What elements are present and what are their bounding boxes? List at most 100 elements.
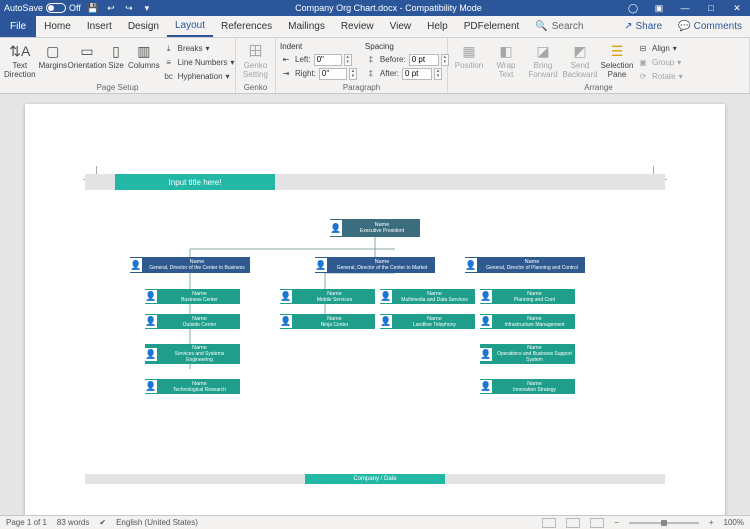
org-node[interactable]: 👤NameBusiness Center	[145, 289, 240, 304]
spinner-icon[interactable]: ▴▾	[434, 68, 442, 80]
tab-view[interactable]: View	[382, 16, 420, 37]
page[interactable]: Input title here! 👤 Na	[25, 104, 725, 515]
zoom-out-icon[interactable]: −	[614, 518, 619, 527]
org-director[interactable]: 👤NameGeneral, Director of Planning and C…	[465, 257, 585, 273]
group-paragraph: Indent ⇤Left:▴▾ ⇥Right:▴▾ Spacing ‡Befor…	[276, 38, 448, 93]
page-indicator[interactable]: Page 1 of 1	[6, 518, 47, 527]
position-button[interactable]: ▦Position	[452, 40, 486, 70]
text-direction-button[interactable]: ⇅AText Direction	[4, 40, 36, 79]
space-after-value[interactable]	[402, 68, 432, 80]
document-canvas[interactable]: Input title here! 👤 Na	[0, 94, 750, 515]
tab-insert[interactable]: Insert	[79, 16, 120, 37]
indent-right-value[interactable]	[319, 68, 347, 80]
indent-left-value[interactable]	[314, 54, 342, 66]
size-button[interactable]: ▯Size	[107, 40, 125, 70]
tell-me-search[interactable]: 🔍 Search	[535, 16, 583, 37]
web-layout-icon[interactable]	[590, 518, 604, 528]
org-node[interactable]: 👤NameMobile Services	[280, 289, 375, 304]
footer-band[interactable]: Company / Date	[85, 474, 665, 484]
org-node[interactable]: 👤NameInfrastructure Management	[480, 314, 575, 329]
org-node[interactable]: 👤NamePlanning and Cont	[480, 289, 575, 304]
close-icon[interactable]: ✕	[728, 3, 746, 14]
org-node[interactable]: 👤NameServices and Systems Engineering	[145, 344, 240, 364]
tab-pdfelement[interactable]: PDFelement	[456, 16, 528, 37]
ribbon-options-icon[interactable]: ▣	[650, 3, 668, 14]
tab-file[interactable]: File	[0, 16, 36, 37]
print-layout-icon[interactable]	[566, 518, 580, 528]
margins-button[interactable]: ▢Margins	[39, 40, 67, 70]
org-director[interactable]: 👤NameGeneral, Director of the Center to …	[315, 257, 435, 273]
genko-button[interactable]: 田Genko Setting	[240, 40, 271, 79]
tab-design[interactable]: Design	[120, 16, 167, 37]
tab-review[interactable]: Review	[333, 16, 382, 37]
selection-pane-button[interactable]: ☰Selection Pane	[600, 40, 634, 79]
read-mode-icon[interactable]	[542, 518, 556, 528]
hyphenation-button[interactable]: bcHyphenation ▾	[163, 70, 235, 83]
chevron-down-icon: ▾	[206, 44, 210, 53]
space-before-value[interactable]	[409, 54, 439, 66]
align-icon: ⊟	[637, 44, 649, 53]
send-backward-label: Send Backward	[562, 61, 597, 79]
autosave-toggle[interactable]: AutoSave Off	[4, 3, 81, 13]
orientation-label: Orientation	[67, 61, 106, 70]
save-icon[interactable]: 💾	[87, 2, 99, 14]
space-after-input[interactable]: ▴▾	[402, 68, 442, 80]
org-node[interactable]: 👤NameInnovation Strategy	[480, 379, 575, 394]
title-band[interactable]: Input title here!	[85, 174, 665, 190]
org-director[interactable]: 👤NameGeneral, Director of the Center to …	[130, 257, 250, 273]
customize-qat-icon[interactable]: ▾	[141, 2, 153, 14]
word-count[interactable]: 83 words	[57, 518, 89, 527]
orientation-button[interactable]: ▭Orientation	[70, 40, 104, 70]
redo-icon[interactable]: ↪	[123, 2, 135, 14]
tab-home[interactable]: Home	[36, 16, 79, 37]
send-backward-button[interactable]: ◩Send Backward	[563, 40, 597, 79]
avatar-icon: 👤	[480, 315, 492, 328]
tab-mailings[interactable]: Mailings	[280, 16, 333, 37]
selection-pane-label: Selection Pane	[601, 61, 634, 79]
org-root[interactable]: 👤 NameExecutive President	[330, 219, 420, 237]
org-node[interactable]: 👤NameLandline Telephony	[380, 314, 475, 329]
tab-help[interactable]: Help	[419, 16, 456, 37]
org-chart[interactable]: 👤 NameExecutive President 👤NameGeneral, …	[95, 219, 655, 459]
tab-references[interactable]: References	[213, 16, 280, 37]
group-genko: 田Genko Setting Genko	[236, 38, 276, 93]
footer-text[interactable]: Company / Date	[305, 474, 445, 484]
proofing-icon[interactable]: ✔	[99, 518, 106, 527]
share-icon: ↗	[624, 21, 632, 32]
spinner-icon[interactable]: ▴▾	[344, 54, 352, 66]
org-node[interactable]: 👤NameTechnological Research	[145, 379, 240, 394]
avatar-icon: 👤	[380, 290, 392, 303]
org-node[interactable]: 👤NameOperations and Business Support Sys…	[480, 344, 575, 364]
wrap-text-button[interactable]: ◧Wrap Text	[489, 40, 523, 79]
comments-button[interactable]: 💬 Comments	[670, 16, 750, 37]
org-node[interactable]: 👤NameMultimedia and Data Services	[380, 289, 475, 304]
comments-icon: 💬	[678, 21, 690, 32]
undo-icon[interactable]: ↩	[105, 2, 117, 14]
space-before-input[interactable]: ▴▾	[409, 54, 449, 66]
zoom-level[interactable]: 100%	[724, 518, 744, 527]
minimize-icon[interactable]: —	[676, 3, 694, 13]
breaks-button[interactable]: ⤓Breaks ▾	[163, 42, 235, 55]
tab-layout[interactable]: Layout	[167, 16, 213, 37]
share-button[interactable]: ↗ Share	[616, 16, 670, 37]
bring-forward-button[interactable]: ◪Bring Forward	[526, 40, 560, 79]
align-button[interactable]: ⊟Align ▾	[637, 42, 683, 55]
columns-button[interactable]: ▥Columns	[128, 40, 160, 70]
hyphenation-icon: bc	[163, 72, 175, 81]
language-indicator[interactable]: English (United States)	[116, 518, 198, 527]
account-icon[interactable]: ◯	[624, 3, 642, 14]
line-numbers-button[interactable]: ≡Line Numbers ▾	[163, 56, 235, 69]
org-node[interactable]: 👤NameOutside Center	[145, 314, 240, 329]
rotate-icon: ⟳	[637, 72, 649, 81]
org-node[interactable]: 👤NameNinja Center	[280, 314, 375, 329]
zoom-in-icon[interactable]: +	[709, 518, 714, 527]
indent-right-input[interactable]: ▴▾	[319, 68, 357, 80]
spinner-icon[interactable]: ▴▾	[349, 68, 357, 80]
group-button[interactable]: ▣Group ▾	[637, 56, 683, 69]
maximize-icon[interactable]: □	[702, 3, 720, 13]
rotate-button[interactable]: ⟳Rotate ▾	[637, 70, 683, 83]
avatar-icon: 👤	[145, 290, 157, 303]
title-placeholder[interactable]: Input title here!	[115, 174, 275, 190]
zoom-slider[interactable]	[629, 522, 699, 524]
indent-left-input[interactable]: ▴▾	[314, 54, 352, 66]
